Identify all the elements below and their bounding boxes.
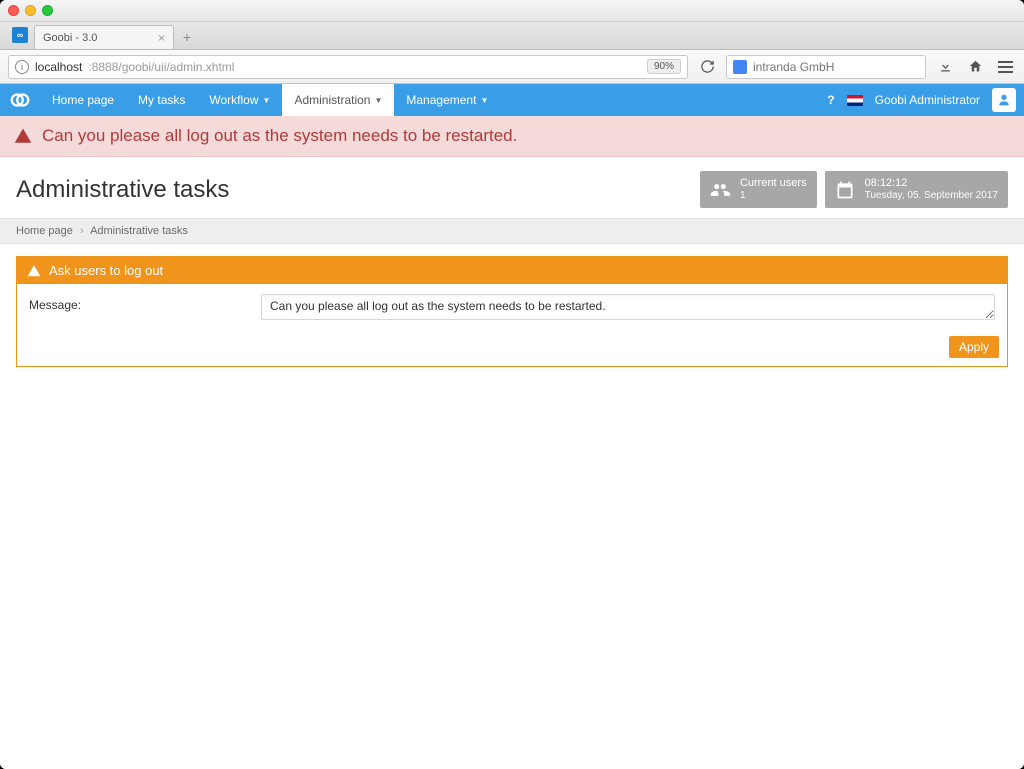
zoom-badge[interactable]: 90% — [647, 59, 681, 74]
nav-item-my-tasks[interactable]: My tasks — [126, 84, 197, 116]
panel-title: Ask users to log out — [49, 263, 163, 278]
users-label: Current users — [740, 177, 807, 190]
home-button[interactable] — [964, 56, 986, 78]
downloads-button[interactable] — [934, 56, 956, 78]
site-info-icon[interactable]: i — [15, 60, 29, 74]
new-tab-button[interactable]: + — [176, 27, 198, 47]
time-text: 08:12:12 — [865, 177, 998, 190]
breadcrumb: Home page › Administrative tasks — [0, 218, 1024, 244]
browser-search-box[interactable]: intranda GmbH — [726, 55, 926, 79]
url-path: :8888/goobi/uii/admin.xhtml — [88, 60, 234, 74]
browser-toolbar: i localhost :8888/goobi/uii/admin.xhtml 9… — [0, 50, 1024, 84]
breadcrumb-separator: › — [80, 225, 84, 237]
message-label: Message: — [29, 294, 249, 312]
search-engine-icon — [733, 60, 747, 74]
reload-button[interactable] — [696, 56, 718, 78]
mac-titlebar — [0, 0, 1024, 22]
nav-item-home-page[interactable]: Home page — [40, 84, 126, 116]
browser-tabstrip: ∞ Goobi - 3.0 × + — [0, 22, 1024, 50]
browser-tab[interactable]: Goobi - 3.0 × — [34, 25, 174, 49]
warning-icon — [14, 127, 32, 145]
system-alert-banner: Can you please all log out as the system… — [0, 116, 1024, 157]
warning-icon — [27, 264, 41, 278]
users-count: 1 — [740, 190, 807, 202]
panel-header: Ask users to log out — [17, 257, 1007, 284]
datetime-card: 08:12:12 Tuesday, 05. September 2017 — [825, 171, 1008, 208]
help-icon[interactable]: ? — [827, 93, 834, 107]
logout-panel: Ask users to log out Message: Can you pl… — [16, 256, 1008, 367]
user-menu-button[interactable] — [992, 88, 1016, 112]
calendar-icon — [835, 180, 855, 200]
apply-button[interactable]: Apply — [949, 336, 999, 358]
url-host: localhost — [35, 60, 82, 74]
breadcrumb-home[interactable]: Home page — [16, 225, 73, 237]
window-close-dot[interactable] — [8, 5, 19, 16]
pinned-tab-icon[interactable]: ∞ — [12, 27, 28, 43]
tab-title: Goobi - 3.0 — [43, 32, 97, 44]
page-content: Home pageMy tasksWorkflow▼Administration… — [0, 84, 1024, 769]
window-minimize-dot[interactable] — [25, 5, 36, 16]
message-input[interactable]: Can you please all log out as the system… — [261, 294, 995, 320]
current-user-label: Goobi Administrator — [875, 93, 980, 107]
app-logo[interactable] — [0, 84, 40, 116]
chevron-down-icon: ▼ — [263, 96, 271, 105]
nav-item-administration[interactable]: Administration▼ — [282, 84, 394, 116]
language-flag-icon[interactable] — [847, 95, 863, 106]
search-placeholder: intranda GmbH — [753, 60, 834, 74]
chevron-down-icon: ▼ — [480, 96, 488, 105]
chevron-down-icon: ▼ — [374, 96, 382, 105]
menu-button[interactable] — [994, 56, 1016, 78]
date-text: Tuesday, 05. September 2017 — [865, 190, 998, 202]
current-users-card[interactable]: Current users 1 — [700, 171, 817, 208]
address-bar[interactable]: i localhost :8888/goobi/uii/admin.xhtml 9… — [8, 55, 688, 79]
alert-text: Can you please all log out as the system… — [42, 126, 517, 146]
app-topnav: Home pageMy tasksWorkflow▼Administration… — [0, 84, 1024, 116]
breadcrumb-current: Administrative tasks — [90, 225, 188, 237]
nav-item-workflow[interactable]: Workflow▼ — [197, 84, 282, 116]
nav-item-management[interactable]: Management▼ — [394, 84, 500, 116]
page-title: Administrative tasks — [16, 176, 229, 204]
window-zoom-dot[interactable] — [42, 5, 53, 16]
tab-close-icon[interactable]: × — [158, 31, 165, 45]
page-header: Administrative tasks Current users 1 08:… — [0, 157, 1024, 218]
users-icon — [710, 180, 730, 200]
